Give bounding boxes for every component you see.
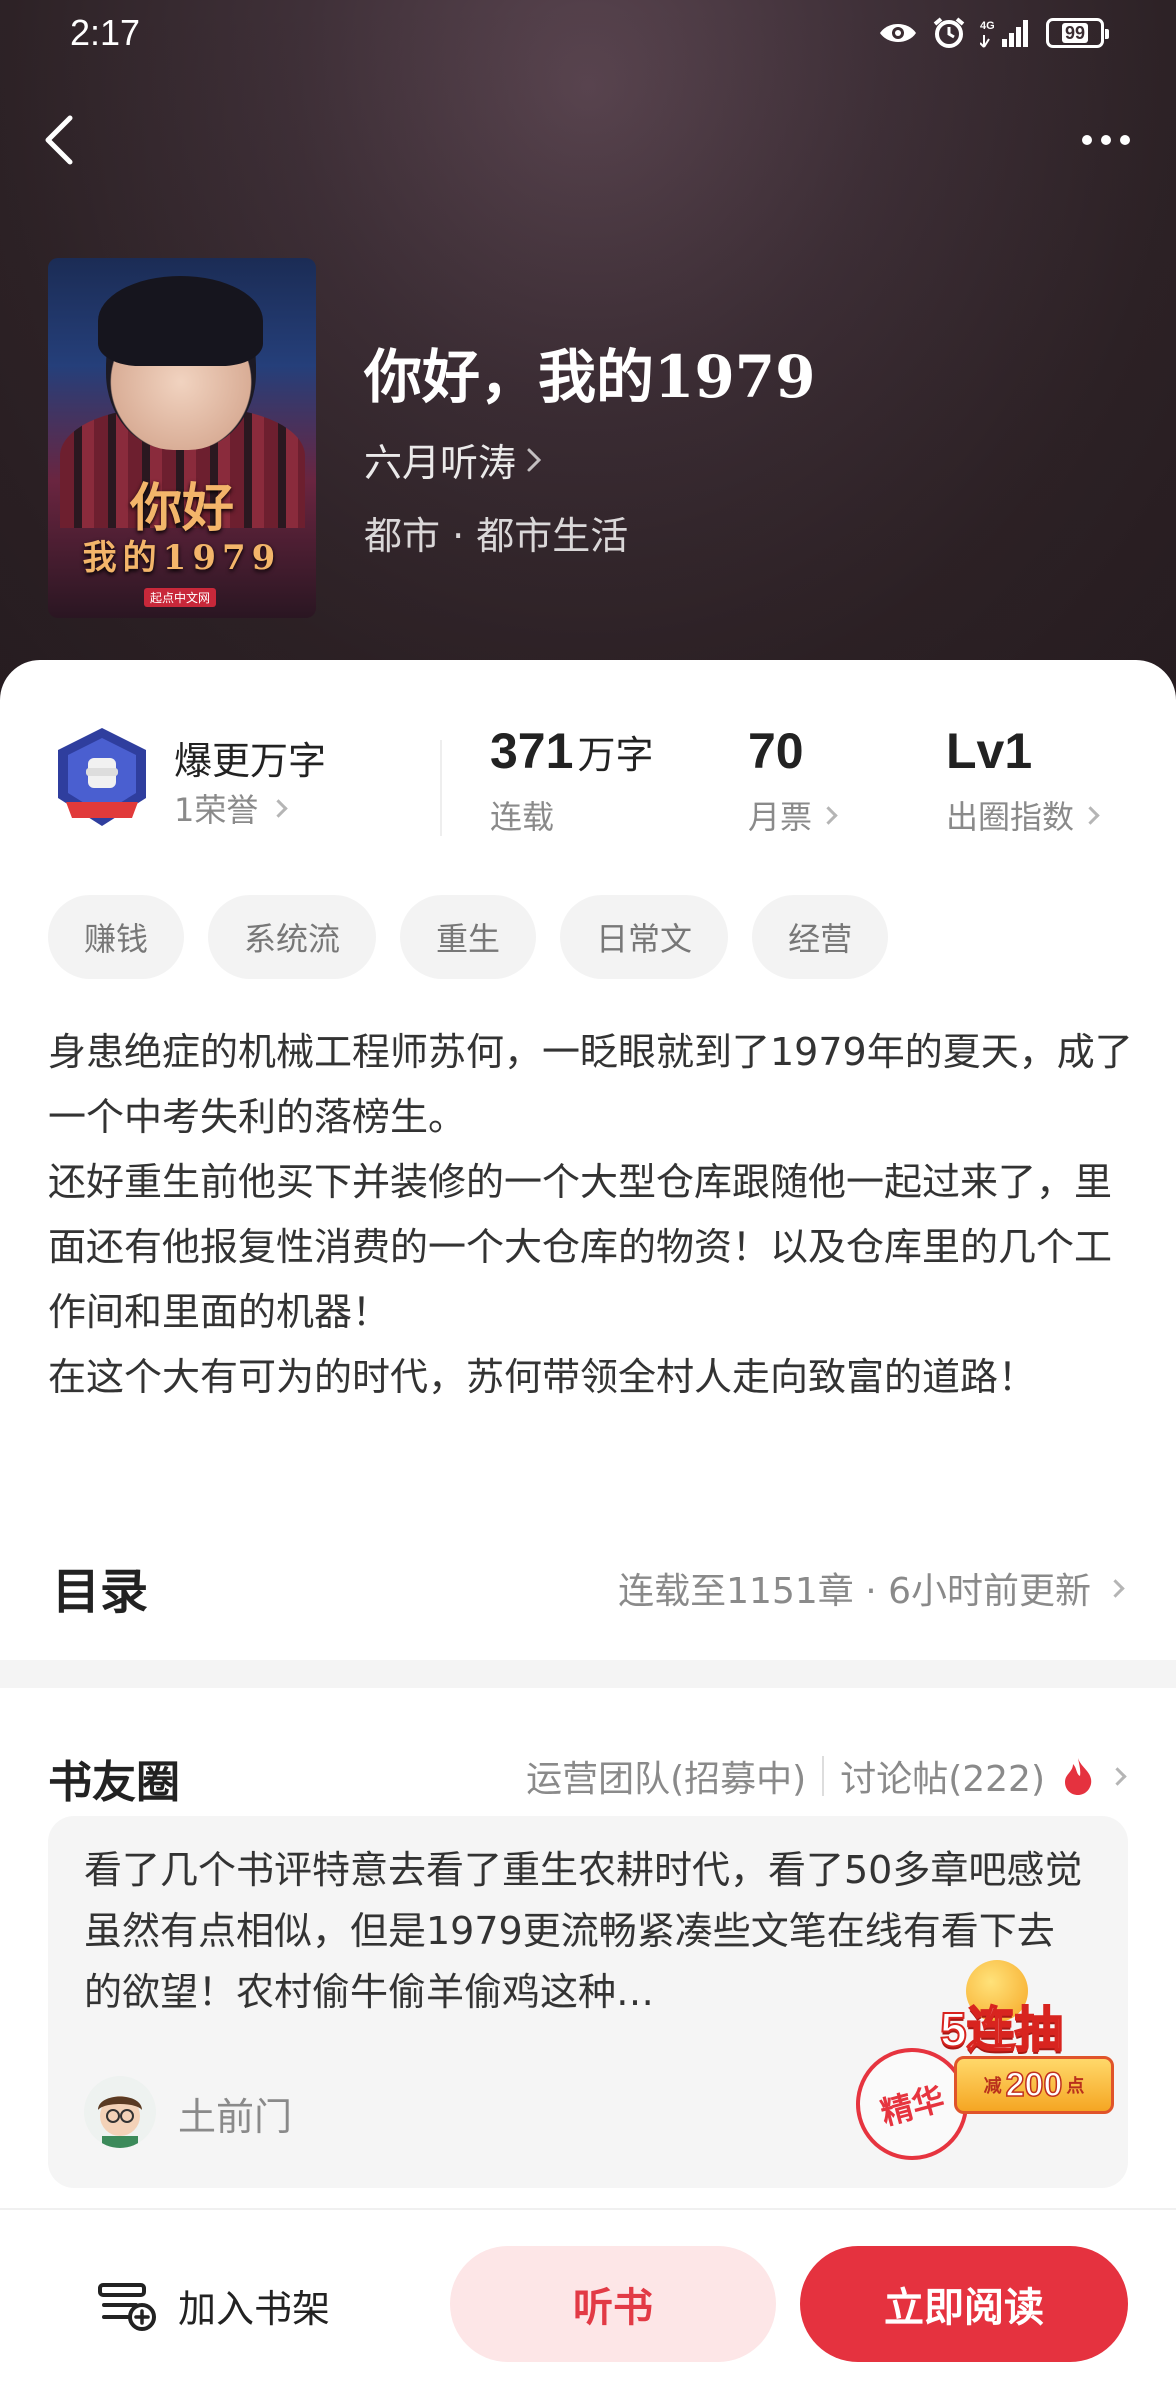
promo-headline: 5连抽 — [939, 2003, 1064, 2058]
chevron-right-icon — [1106, 1578, 1125, 1598]
lottery-promo-widget[interactable]: 5连抽 减 200 点 — [939, 1960, 1130, 2130]
discussion-posts-link[interactable]: 讨论帖(222) — [840, 1750, 1045, 1802]
tag-list: 赚钱 系统流 重生 日常文 经营 — [48, 895, 889, 979]
book-cover[interactable]: 你好 我的1979 起点中文网 — [48, 258, 316, 618]
section-separator — [0, 1660, 1176, 1688]
signal-icon: 4G — [980, 20, 1028, 48]
book-info-card: 爆更万字 1荣誉 371 万字 连载 70 月票 Lv1 出圈指数 赚钱 系统流 … — [0, 660, 1176, 1660]
reader-circle-title: 书友圈 — [48, 1757, 180, 1808]
toc-update-info: 连载至1151章 · 6小时前更新 — [618, 1571, 1091, 1612]
chevron-right-icon — [1108, 1766, 1127, 1786]
stats-divider — [440, 740, 442, 836]
stat-unit: 万字 — [577, 733, 654, 777]
tag-chip[interactable]: 赚钱 — [48, 895, 185, 979]
more-dot-icon — [1101, 135, 1111, 145]
link-divider — [822, 1756, 825, 1796]
promo-amount: 200 — [1005, 2065, 1063, 2105]
tag-chip[interactable]: 经营 — [752, 895, 889, 979]
user-avatar-icon — [98, 2096, 142, 2148]
more-options-button[interactable] — [1066, 115, 1146, 165]
listen-button[interactable]: 听书 — [450, 2246, 776, 2362]
stat-monthly-tickets[interactable]: 70 月票 — [748, 722, 838, 838]
battery-icon: 99 — [1046, 18, 1109, 48]
alarm-icon — [933, 17, 965, 48]
stat-value: 70 — [748, 723, 804, 779]
stat-word-count: 371 万字 连载 — [490, 722, 653, 838]
stat-label: 月票 — [748, 798, 813, 836]
chevron-right-icon — [1081, 805, 1100, 825]
status-time: 2:17 — [70, 12, 141, 53]
add-to-shelf-button[interactable]: 加入书架 — [96, 2250, 330, 2360]
eye-icon — [880, 24, 916, 42]
ops-team-link[interactable]: 运营团队(招募中) — [526, 1750, 806, 1802]
promo-prefix: 减 — [983, 2076, 1002, 2096]
tag-chip[interactable]: 系统流 — [208, 895, 377, 979]
more-dot-icon — [1120, 135, 1130, 145]
stat-value: 371 — [490, 723, 574, 779]
back-button[interactable] — [24, 105, 94, 175]
honor-link[interactable]: 1荣誉 — [174, 785, 289, 831]
stat-value: Lv1 — [946, 723, 1033, 779]
svg-text:4G: 4G — [980, 20, 995, 32]
bottom-action-bar: 加入书架 听书 立即阅读 — [0, 2208, 1176, 2400]
author-link[interactable]: 六月听涛 — [364, 432, 542, 487]
post-username: 土前门 — [178, 2095, 293, 2139]
book-title: 你好，我的1979 — [364, 343, 816, 411]
table-of-contents-row[interactable]: 目录 连载至1151章 · 6小时前更新 — [0, 1540, 1176, 1645]
honor-count: 1荣誉 — [174, 791, 259, 829]
fire-icon — [1065, 1758, 1092, 1795]
post-content: 看了几个书评特意去看了重生农耕时代，看了50多章吧感觉虽然有点相似，但是1979… — [84, 1848, 1083, 2014]
chevron-left-icon — [45, 115, 73, 165]
toc-title: 目录 — [52, 1564, 149, 1620]
promo-suffix: 点 — [1066, 2076, 1085, 2096]
more-dot-icon — [1082, 135, 1092, 145]
honor-title: 爆更万字 — [174, 739, 327, 783]
chevron-right-icon — [269, 798, 289, 818]
add-to-shelf-label: 加入书架 — [178, 2286, 331, 2331]
stat-label: 连载 — [490, 798, 555, 836]
tag-chip[interactable]: 日常文 — [560, 895, 729, 979]
book-genre: 都市 · 都市生活 — [364, 514, 629, 558]
honor-badge-icon[interactable] — [52, 724, 152, 834]
stat-popularity-index[interactable]: Lv1 出圈指数 — [946, 722, 1100, 838]
read-now-button[interactable]: 立即阅读 — [800, 2246, 1128, 2362]
chevron-right-icon — [819, 805, 838, 825]
tag-chip[interactable]: 重生 — [400, 895, 537, 979]
reader-circle-section: 书友圈 运营团队(招募中) 讨论帖(222) 看了几个书评特意去看了重生农耕时代… — [0, 1688, 1176, 2208]
status-bar: 2:17 4G 99 — [0, 0, 1176, 72]
stat-label: 出圈指数 — [946, 798, 1075, 836]
avatar[interactable] — [84, 2076, 156, 2148]
author-name: 六月听涛 — [364, 441, 517, 485]
book-description[interactable]: 身患绝症的机械工程师苏何，一眨眼就到了1979年的夏天，成了一个中考失利的落榜生… — [48, 1020, 1138, 1410]
chevron-right-icon — [527, 448, 542, 471]
cover-publisher-logo: 起点中文网 — [144, 588, 217, 607]
cover-title-line2: 我的1979 — [82, 538, 282, 578]
bookshelf-add-icon — [98, 2283, 156, 2331]
nav-bar — [0, 95, 1176, 185]
